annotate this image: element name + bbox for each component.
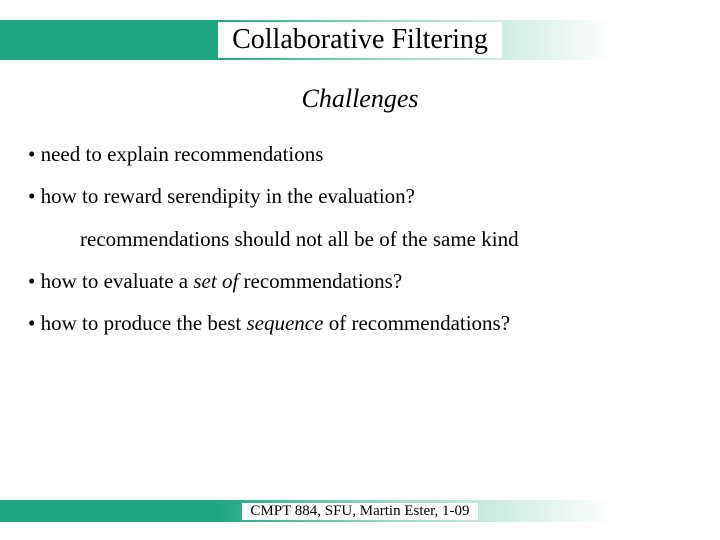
title-bar: Collaborative Filtering (0, 20, 720, 60)
slide-title: Collaborative Filtering (218, 22, 502, 58)
footer-bar: CMPT 884, SFU, Martin Ester, 1-09 (0, 500, 720, 522)
bullet-2-sub: recommendations should not all be of the… (80, 225, 692, 253)
bullet-4-post: of recommendations? (323, 311, 510, 335)
bullet-4-pre: • how to produce the best (28, 311, 246, 335)
bullet-3-em: set of (193, 269, 238, 293)
slide-subtitle: Challenges (0, 84, 720, 114)
footer-text: CMPT 884, SFU, Martin Ester, 1-09 (242, 503, 477, 520)
bullet-4-em: sequence (246, 311, 323, 335)
bullet-1: • need to explain recommendations (28, 140, 692, 168)
bullet-3: • how to evaluate a set of recommendatio… (28, 267, 692, 295)
bullet-2: • how to reward serendipity in the evalu… (28, 182, 692, 210)
bullet-3-post: recommendations? (238, 269, 402, 293)
bullet-3-pre: • how to evaluate a (28, 269, 193, 293)
bullet-4: • how to produce the best sequence of re… (28, 309, 692, 337)
slide-content: • need to explain recommendations • how … (28, 140, 692, 352)
